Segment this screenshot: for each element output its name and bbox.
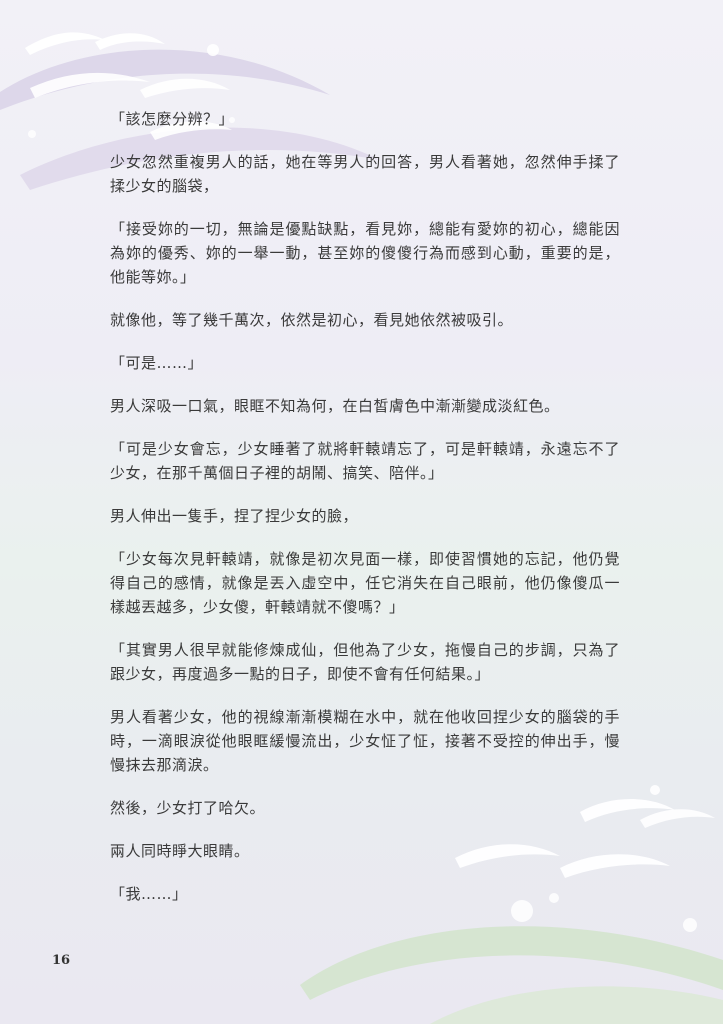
paragraph: 少女忽然重複男人的話，她在等男人的回答，男人看著她，忽然伸手揉了揉少女的腦袋， xyxy=(110,153,620,195)
dot-4 xyxy=(650,785,660,795)
paragraph: 就像他，等了幾千萬次，依然是初心，看見她依然被吸引。 xyxy=(110,311,514,329)
bird-shape-3 xyxy=(30,72,150,98)
paragraph: 「少女每次見軒轅靖，就像是初次見面一樣，即使習慣她的忘記，他仍覺得自己的感情，就… xyxy=(110,550,620,616)
paragraph: 男人伸出一隻手，捏了捏少女的臉， xyxy=(110,507,359,525)
paragraph: 男人看著少女，他的視線漸漸模糊在水中，就在他收回捏少女的腦袋的手時，一滴眼淚從他… xyxy=(110,708,620,774)
bird-shape-4 xyxy=(140,78,230,98)
swoosh-bottom xyxy=(300,926,723,1000)
paragraph: 「該怎麼分辨？」 xyxy=(110,110,235,128)
dot-1 xyxy=(207,44,219,56)
bird-shape-2 xyxy=(95,33,165,50)
paragraph: 然後，少女打了哈欠。 xyxy=(110,799,266,817)
paragraph: 「我……」 xyxy=(110,885,188,903)
paragraph: 「其實男人很早就能修煉成仙，但他為了少女，拖慢自己的步調，只為了跟少女，再度過多… xyxy=(110,641,620,683)
body-text: 「該怎麼分辨？」 少女忽然重複男人的話，她在等男人的回答，男人看著她，忽然伸手揉… xyxy=(110,107,620,925)
swoosh-bottom-2 xyxy=(430,986,723,1024)
bird-shape-9 xyxy=(640,809,715,828)
paragraph: 「接受妳的一切，無論是優點缺點，看見妳，總能有愛妳的初心，總能因為妳的優秀、妳的… xyxy=(110,220,620,286)
paragraph: 兩人同時睜大眼睛。 xyxy=(110,842,250,860)
bird-shape-1 xyxy=(25,32,105,55)
dot-2 xyxy=(28,130,36,138)
paragraph: 男人深吸一口氣，眼眶不知為何，在白皙膚色中漸漸變成淡紅色。 xyxy=(110,397,560,415)
dot-7 xyxy=(683,918,697,932)
swoosh-top xyxy=(0,49,330,110)
paragraph: 「可是……」 xyxy=(110,354,204,372)
page-number: 16 xyxy=(52,953,71,968)
paragraph: 「可是少女會忘，少女睡著了就將軒轅靖忘了，可是軒轅靖，永遠忘不了少女，在那千萬個… xyxy=(110,440,620,482)
